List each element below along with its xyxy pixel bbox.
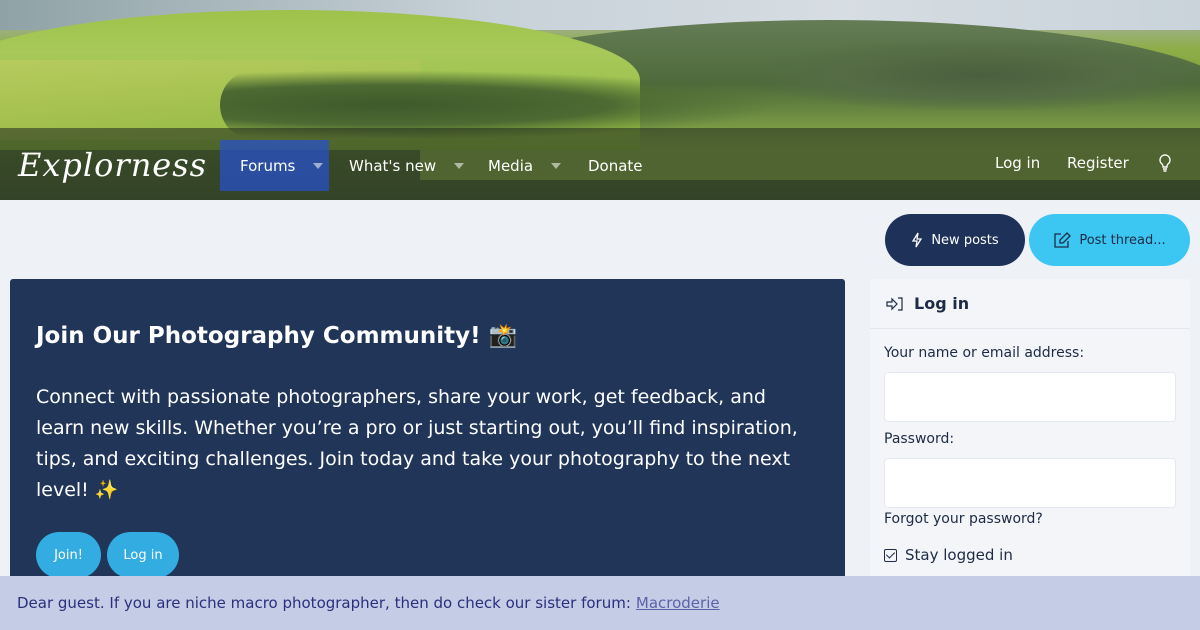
stay-logged-in-row[interactable]: Stay logged in	[884, 546, 1013, 564]
nav-media[interactable]: Media	[468, 140, 581, 191]
nav-whats-new[interactable]: What's new	[329, 140, 484, 191]
sign-in-icon	[886, 296, 903, 311]
stay-logged-in-label: Stay logged in	[905, 546, 1013, 564]
new-posts-button[interactable]: New posts	[885, 214, 1025, 266]
lightbulb-icon	[1159, 154, 1171, 172]
nav-donate[interactable]: Donate	[568, 140, 663, 191]
new-posts-label: New posts	[931, 232, 999, 248]
header-login-link[interactable]: Log in	[995, 140, 1040, 186]
guest-notice-text: Dear guest. If you are niche macro photo…	[17, 594, 631, 612]
welcome-body: Connect with passionate photographers, s…	[36, 386, 798, 501]
nav-donate-label: Donate	[588, 156, 643, 175]
chevron-down-icon[interactable]	[313, 162, 324, 169]
chevron-down-icon[interactable]	[551, 162, 562, 169]
nav-whats-new-label: What's new	[349, 156, 437, 175]
welcome-login-button[interactable]: Log in	[107, 532, 179, 578]
welcome-notice: Join Our Photography Community! 📸 Connec…	[10, 279, 845, 579]
username-input[interactable]	[884, 372, 1176, 422]
stay-logged-in-checkbox[interactable]	[884, 548, 897, 562]
nav-media-label: Media	[488, 156, 534, 175]
macroderie-link[interactable]: Macroderie	[636, 594, 720, 612]
login-panel: Log in Your name or email address: Passw…	[870, 279, 1190, 589]
login-panel-title: Log in	[914, 294, 970, 313]
theme-toggle-button[interactable]	[1158, 140, 1172, 186]
post-thread-label: Post thread...	[1079, 232, 1166, 248]
forgot-password-link[interactable]: Forgot your password?	[884, 511, 1043, 527]
welcome-title: Join Our Photography Community! 📸	[36, 323, 518, 349]
edit-icon	[1054, 232, 1072, 248]
password-input[interactable]	[884, 458, 1176, 508]
username-label: Your name or email address:	[884, 345, 1085, 361]
post-thread-button[interactable]: Post thread...	[1029, 214, 1190, 266]
guest-notice-bar: Dear guest. If you are niche macro photo…	[0, 576, 1200, 630]
nav-forums[interactable]: Forums	[220, 140, 329, 191]
nav-forums-label: Forums	[240, 156, 296, 175]
chevron-down-icon[interactable]	[454, 162, 465, 169]
header-register-link[interactable]: Register	[1067, 140, 1129, 186]
lightning-bolt-icon	[912, 232, 923, 248]
login-panel-header: Log in	[870, 279, 1190, 329]
password-label: Password:	[884, 431, 955, 447]
site-logo[interactable]: Explorness	[18, 146, 207, 184]
join-button[interactable]: Join!	[36, 532, 101, 578]
